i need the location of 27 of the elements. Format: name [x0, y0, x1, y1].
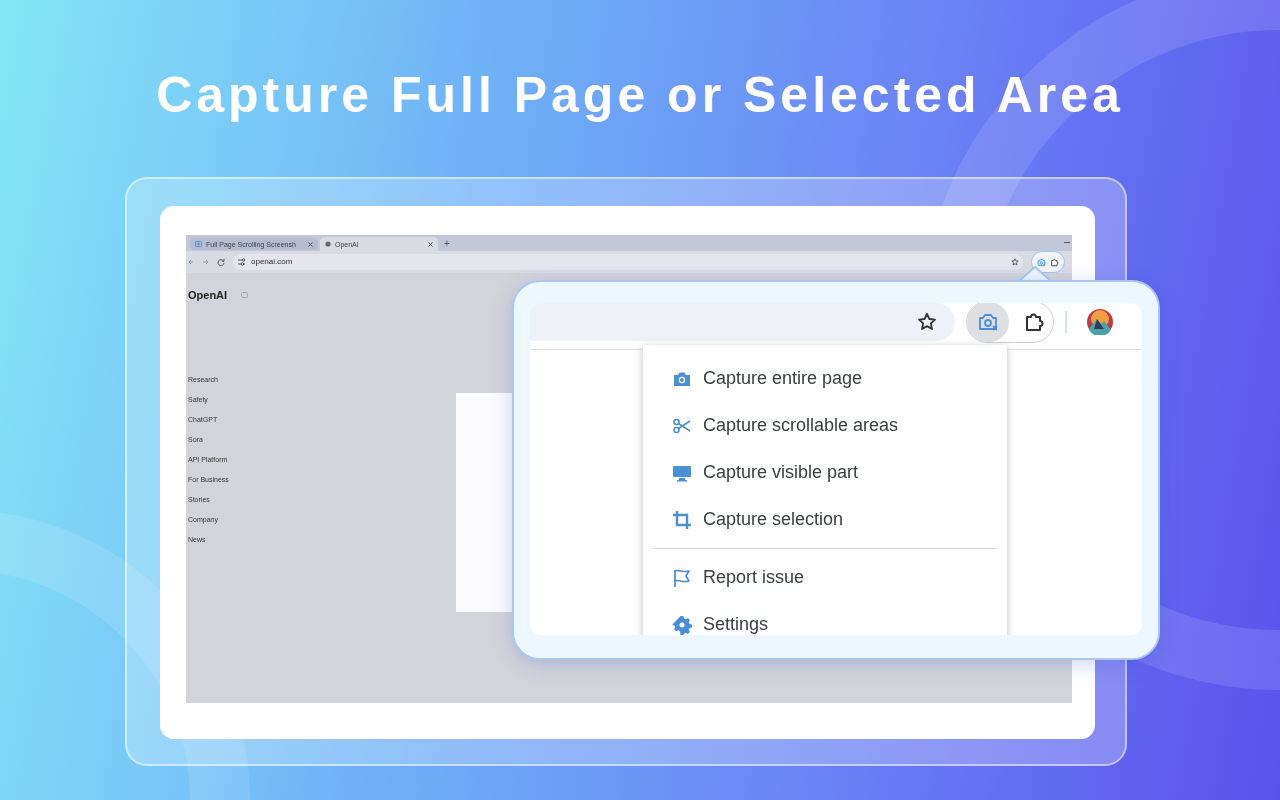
- extensions-puzzle-icon[interactable]: [1023, 311, 1045, 333]
- menu-item[interactable]: Capture visible part: [643, 449, 1007, 496]
- site-settings-icon[interactable]: [237, 258, 246, 266]
- menu-item[interactable]: Capture selection: [643, 496, 1007, 543]
- menu-item[interactable]: Capture scrollable areas: [643, 402, 1007, 449]
- screenshot-extension-icon[interactable]: [1037, 257, 1046, 267]
- crop-icon: [672, 509, 692, 530]
- site-favicon-icon[interactable]: [325, 241, 331, 247]
- new-tab-button[interactable]: +: [440, 237, 454, 251]
- menu-item[interactable]: Settings: [643, 601, 1007, 635]
- sidebar-toggle-icon[interactable]: [241, 292, 249, 299]
- bookmark-star-icon[interactable]: [917, 312, 937, 332]
- bookmark-star-icon[interactable]: [1011, 258, 1019, 266]
- screenshot-extension-button[interactable]: [967, 303, 1009, 342]
- flag-icon: [672, 567, 692, 588]
- avatar-icon[interactable]: [1087, 309, 1113, 335]
- minimize-icon[interactable]: [1064, 242, 1070, 244]
- menu-item[interactable]: Report issue: [643, 554, 1007, 601]
- url-text: openai.com: [251, 256, 294, 268]
- menu-item[interactable]: Capture entire page: [643, 355, 1007, 402]
- headline: Capture Full Page or Selected Area: [156, 66, 1124, 125]
- screenshot-extension-icon: [977, 311, 999, 333]
- close-icon[interactable]: [308, 241, 313, 247]
- address-bar[interactable]: openai.com: [233, 254, 1023, 270]
- site-logo[interactable]: OpenAI: [188, 287, 228, 304]
- close-icon[interactable]: [428, 241, 433, 247]
- reload-icon[interactable]: [217, 258, 225, 266]
